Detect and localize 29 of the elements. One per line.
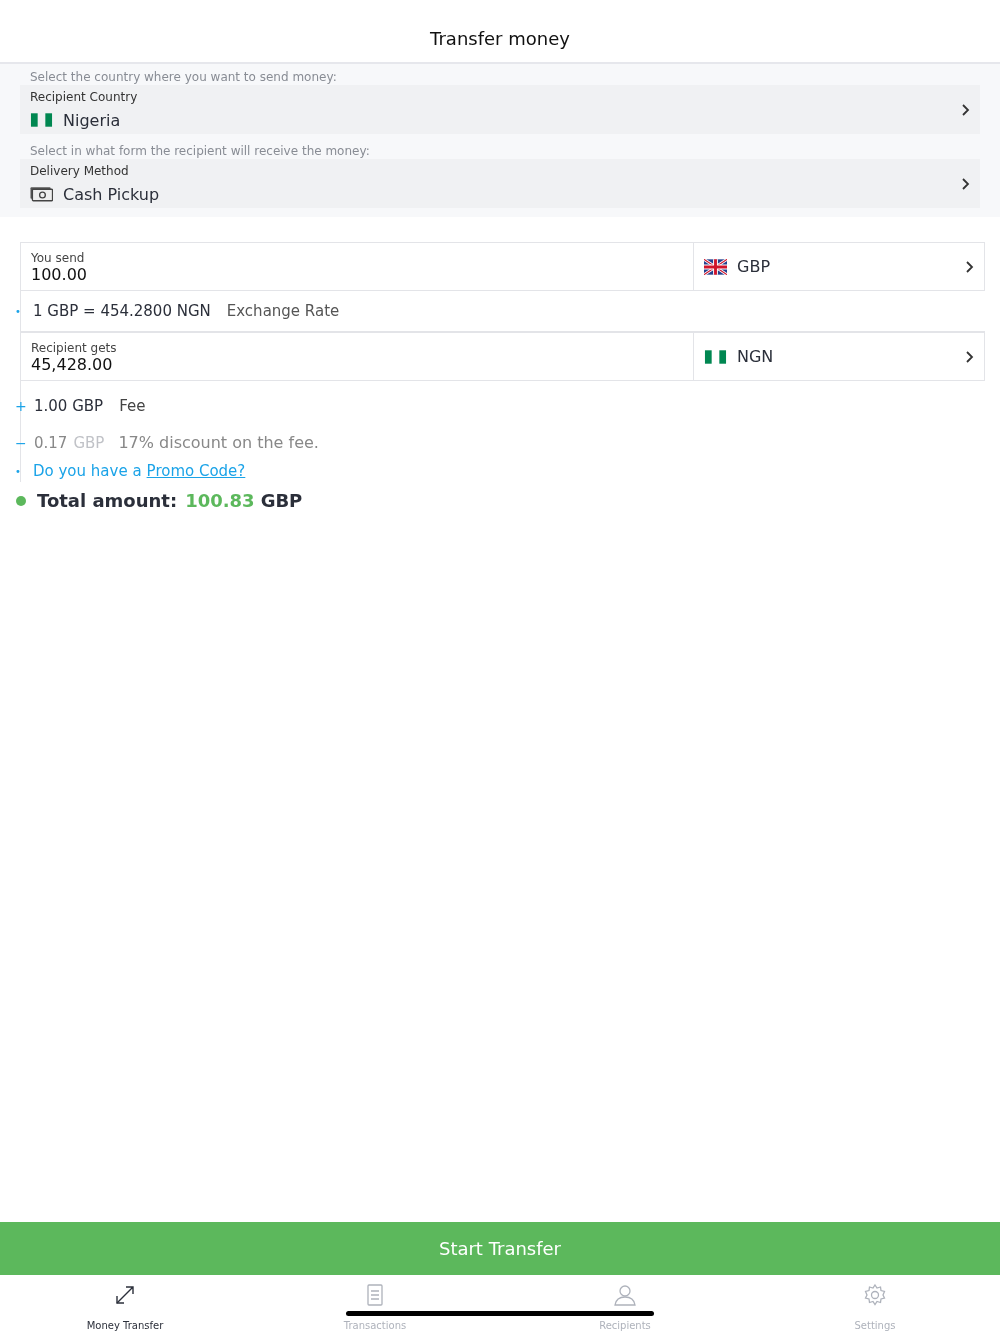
bullet-marker: • [15,305,22,317]
discount-text: 17% discount on the fee. [118,433,319,452]
hint-text: Select in what form the recipient will receive the money: [29,144,371,159]
fee-label: Fee [119,397,146,415]
total-label: Total amount: [37,490,178,511]
minus-marker: − [15,434,28,451]
chevron-icon [960,102,970,117]
bullet-marker: • [15,465,22,477]
cash-icon [30,186,53,202]
total-amount: 100.83 [185,490,255,511]
arrows-icon [113,1283,137,1307]
plus-marker: + [15,398,28,414]
settings-icon [863,1283,887,1307]
tab[interactable]: Money Transfer [0,1275,250,1334]
hint-text: Select the country where you want to send money: [29,70,338,85]
flag-icon [30,112,53,128]
discount-currency: GBP [73,433,105,452]
discount-amount: 0.17 [34,433,68,452]
fee-amount: 1.00 GBP [34,397,104,415]
rate-label: Exchange Rate [226,302,340,320]
selector-row[interactable]: Delivery Method Cash Pickup [20,159,980,208]
total-currency: GBP [260,490,303,511]
person-icon [613,1283,637,1307]
chevron-icon [960,176,970,191]
selector-row[interactable]: Recipient Country Nigeria [20,85,980,134]
rate-text: 1 GBP = 454.2800 NGN [33,302,211,320]
screen-title: Transfer money [430,28,570,49]
status-dot [16,495,26,506]
promo-text: Do you have a [33,462,142,480]
